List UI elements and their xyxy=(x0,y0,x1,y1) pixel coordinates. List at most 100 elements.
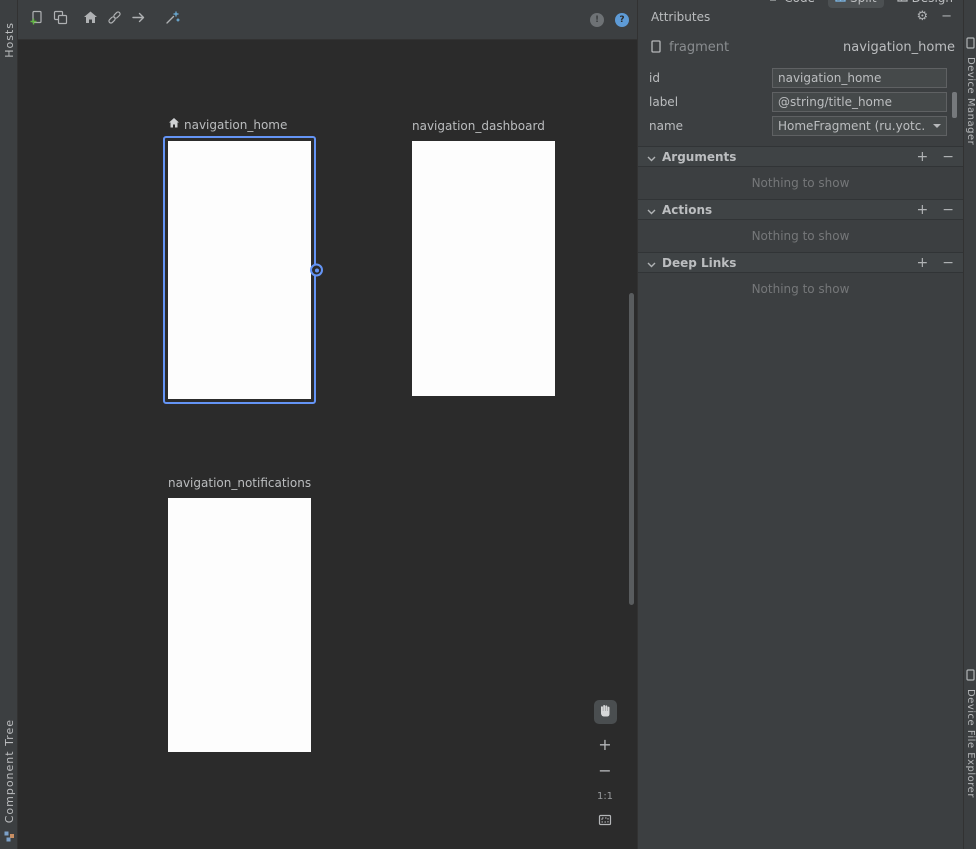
fit-screen-icon xyxy=(598,811,612,830)
section-deep-links-title: Deep Links xyxy=(662,256,736,270)
tool-tab-device-file-explorer[interactable]: Device File Explorer xyxy=(964,666,976,798)
fragment-home-label-row: navigation_home xyxy=(168,117,287,132)
canvas-vertical-scrollbar[interactable] xyxy=(629,293,634,605)
section-actions-title: Actions xyxy=(662,203,712,217)
section-arguments-header[interactable]: Arguments + − xyxy=(638,146,963,167)
section-deep-links-header[interactable]: Deep Links + − xyxy=(638,252,963,273)
code-icon xyxy=(769,0,780,5)
chevron-down-icon xyxy=(647,253,656,272)
field-row-id: id xyxy=(638,66,963,90)
zoom-to-fit-button[interactable] xyxy=(598,811,612,830)
split-icon xyxy=(835,0,846,5)
id-field-label: id xyxy=(649,71,772,85)
fragment-notifications-preview[interactable] xyxy=(168,498,311,752)
nested-graph-icon xyxy=(53,10,68,29)
tab-code-label: Code xyxy=(784,0,815,5)
home-icon xyxy=(83,10,98,29)
issues-indicator[interactable]: ! xyxy=(590,13,604,27)
device-file-explorer-icon xyxy=(966,666,975,685)
device-manager-tab-label: Device Manager xyxy=(965,57,976,145)
new-destination-button[interactable] xyxy=(25,9,47,31)
arguments-empty-text: Nothing to show xyxy=(638,167,963,199)
tab-split[interactable]: Split xyxy=(828,0,884,8)
chevron-down-icon xyxy=(933,124,941,128)
tool-tab-hosts[interactable]: Hosts xyxy=(0,22,18,58)
arrow-right-icon xyxy=(131,10,146,29)
magic-wand-icon xyxy=(165,10,180,29)
add-deep-link-button[interactable]: + xyxy=(917,256,929,270)
error-icon: ! xyxy=(595,15,599,25)
hand-icon xyxy=(598,703,613,722)
field-row-name: name HomeFragment (ru.yotc. xyxy=(638,114,963,138)
link-icon xyxy=(107,10,122,29)
attributes-scrollbar[interactable] xyxy=(952,92,957,118)
add-action-button-panel[interactable]: + xyxy=(917,203,929,217)
name-dropdown-value: HomeFragment (ru.yotc. xyxy=(778,119,925,133)
field-row-label: label xyxy=(638,90,963,114)
component-id-value: navigation_home xyxy=(843,40,955,55)
tab-code[interactable]: Code xyxy=(762,0,822,8)
start-destination-home-icon xyxy=(168,117,180,132)
pan-button[interactable] xyxy=(594,700,617,724)
deep-link-button[interactable] xyxy=(103,9,125,31)
auto-arrange-button[interactable] xyxy=(161,9,183,31)
component-type-label: fragment xyxy=(669,40,729,55)
fragment-dashboard-name: navigation_dashboard xyxy=(412,119,545,133)
attribute-sections: Arguments + − Nothing to show Actions + … xyxy=(638,146,963,305)
navigation-canvas[interactable]: navigation_home navigation_dashboard nav… xyxy=(18,40,637,849)
fragment-icon xyxy=(651,38,661,57)
deep-links-empty-text: Nothing to show xyxy=(638,273,963,305)
fragment-dashboard-label-row: navigation_dashboard xyxy=(412,119,545,133)
new-destination-icon xyxy=(29,10,44,29)
component-tree-tab-label: Component Tree xyxy=(3,719,16,823)
add-action-button[interactable] xyxy=(127,9,149,31)
fragment-home-card-selected[interactable] xyxy=(163,136,316,404)
remove-deep-link-button[interactable]: − xyxy=(942,256,954,270)
actions-empty-text: Nothing to show xyxy=(638,220,963,252)
help-button[interactable]: ? xyxy=(615,13,629,27)
id-field[interactable] xyxy=(772,68,947,88)
selected-component-row: fragment navigation_home xyxy=(638,34,963,60)
tool-tab-component-tree[interactable]: Component Tree xyxy=(0,719,18,846)
navigation-toolbar: ! ? xyxy=(18,0,637,40)
attributes-panel: Attributes ⚙ − fragment navigation_home … xyxy=(637,0,963,849)
assign-start-destination-button[interactable] xyxy=(79,9,101,31)
zoom-controls: + − 1:1 xyxy=(593,700,617,830)
fragment-notifications-label-row: navigation_notifications xyxy=(168,476,311,490)
add-argument-button[interactable]: + xyxy=(917,150,929,164)
attribute-fields: id label name HomeFragment (ru.yotc. xyxy=(638,60,963,138)
left-tool-strip: Hosts Component Tree xyxy=(0,0,18,849)
component-tree-icon xyxy=(4,827,15,846)
navigation-editor: Code Split Design Hosts Component Tree xyxy=(0,0,976,849)
hosts-tab-label: Hosts xyxy=(3,22,16,58)
right-tool-strip: Device Manager Device File Explorer xyxy=(963,0,976,849)
remove-action-button-panel[interactable]: − xyxy=(942,203,954,217)
fragment-home-name: navigation_home xyxy=(184,118,287,132)
device-manager-icon xyxy=(966,34,975,53)
name-dropdown[interactable]: HomeFragment (ru.yotc. xyxy=(772,116,947,136)
editor-mode-tabs: Code Split Design xyxy=(762,0,960,8)
label-field[interactable] xyxy=(772,92,947,112)
zoom-reset-button[interactable]: 1:1 xyxy=(597,791,613,802)
fragment-notifications-name: navigation_notifications xyxy=(168,476,311,490)
zoom-in-button[interactable]: + xyxy=(595,736,615,756)
minimize-icon[interactable]: − xyxy=(941,10,952,24)
design-icon xyxy=(897,0,908,5)
zoom-out-button[interactable]: − xyxy=(595,762,615,782)
gear-icon[interactable]: ⚙ xyxy=(916,10,928,24)
tab-design-label: Design xyxy=(912,0,953,5)
section-arguments-title: Arguments xyxy=(662,150,736,164)
action-handle[interactable] xyxy=(310,264,323,277)
tab-split-label: Split xyxy=(850,0,877,5)
fragment-home-preview[interactable] xyxy=(168,141,311,399)
chevron-down-icon xyxy=(647,200,656,219)
remove-argument-button[interactable]: − xyxy=(942,150,954,164)
tab-design[interactable]: Design xyxy=(890,0,960,8)
attributes-title: Attributes xyxy=(651,10,710,24)
help-icon: ? xyxy=(619,15,624,25)
section-actions-header[interactable]: Actions + − xyxy=(638,199,963,220)
minus-icon: − xyxy=(598,761,611,780)
group-destinations-button[interactable] xyxy=(49,9,71,31)
fragment-dashboard-preview[interactable] xyxy=(412,141,555,396)
tool-tab-device-manager[interactable]: Device Manager xyxy=(964,34,976,145)
